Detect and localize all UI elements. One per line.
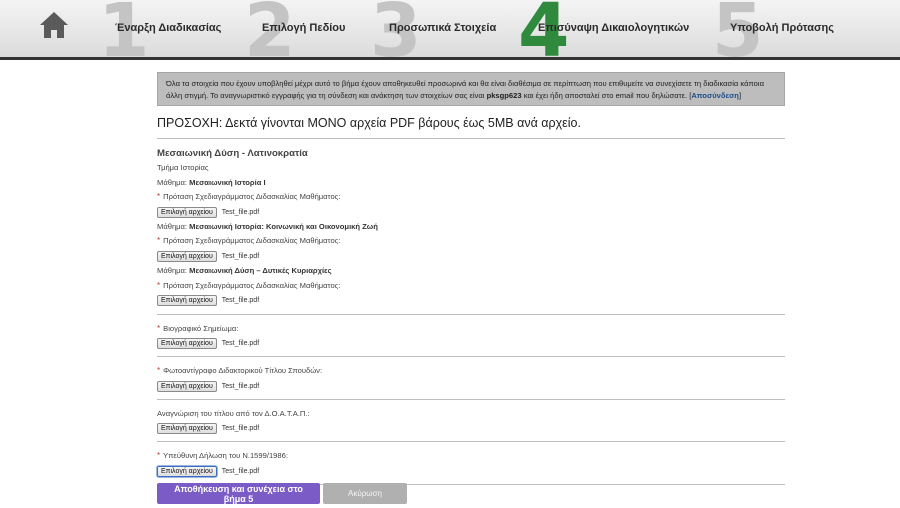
document-label: * Υπεύθυνη Δήλωση του Ν.1599/1986:	[157, 451, 288, 460]
step-label: Υποβολή Πρότασης	[730, 22, 834, 34]
step-4[interactable]: 4 Επισύναψη Δικαιολογητικών	[518, 0, 690, 57]
file-name: Test_file.pdf	[221, 467, 260, 475]
step-label: Έναρξη Διαδικασίας	[115, 22, 222, 34]
step-2[interactable]: 2 Επιλογή Πεδίου	[244, 0, 364, 57]
file-name: Test_file.pdf	[221, 208, 260, 216]
choose-file-button[interactable]: Επιλογή αρχείου	[157, 423, 217, 435]
document-block: * Φωτοαντίγραφο Διδακτορικού Τίτλου Σπουδ…	[157, 357, 785, 393]
file-upload: Επιλογή αρχείου Test_file.pdf	[157, 379, 785, 394]
home-icon[interactable]	[38, 10, 70, 40]
choose-file-button[interactable]: Επιλογή αρχείου	[157, 295, 217, 307]
document-label: * Πρόταση Σχεδιαγράμματος Διδασκαλίας Μαθ…	[157, 280, 341, 290]
file-name: Test_file.pdf	[221, 252, 260, 260]
required-marker: *	[157, 280, 161, 290]
course-name: Μεσαιωνική Ιστορία Ι	[189, 177, 266, 187]
course-name: Μεσαιωνική Ιστορία: Κοινωνική και Οικονο…	[189, 221, 378, 231]
document-label: * Πρόταση Σχεδιαγράμματος Διδασκαλίας Μαθ…	[157, 236, 341, 246]
save-continue-button[interactable]: Αποθήκευση και συνέχεια στο βήμα 5	[157, 483, 320, 504]
required-marker: *	[157, 192, 161, 202]
step-label: Επιλογή Πεδίου	[262, 22, 346, 34]
main-content: Όλα τα στοιχεία που έχουν υποβληθεί μέχρ…	[157, 72, 785, 486]
choose-file-button[interactable]: Επιλογή αρχείου	[157, 380, 217, 392]
required-marker: *	[157, 236, 161, 246]
file-name: Test_file.pdf	[221, 297, 260, 305]
file-upload: Επιλογή αρχείου Test_file.pdf	[157, 249, 785, 264]
required-marker: *	[157, 323, 161, 333]
required-marker: *	[157, 451, 161, 460]
document-block: * Υπεύθυνη Δήλωση του Ν.1599/1986: Επιλογ…	[157, 442, 785, 478]
section-title: Μεσαιωνική Δύση - Λατινοκρατία	[157, 148, 308, 159]
department-label: Τμήμα Ιστορίας	[157, 163, 209, 172]
divider	[157, 138, 785, 139]
cancel-button[interactable]: Ακύρωση	[323, 483, 407, 504]
document-label: * Φωτοαντίγραφο Διδακτορικού Τίτλου Σπουδ…	[157, 366, 323, 376]
steps-navigation: 1 Έναρξη Διαδικασίας 2 Επιλογή Πεδίου 3 …	[0, 0, 900, 60]
document-block: Αναγνώριση του τίτλου από τον Δ.Ο.Α.Τ.Α.…	[157, 400, 785, 436]
required-marker: *	[157, 366, 161, 376]
document-block: * Βιογραφικό Σημείωμα: Επιλογή αρχείου Te…	[157, 315, 785, 351]
file-name: Test_file.pdf	[221, 382, 260, 390]
step-label: Προσωπικά Στοιχεία	[389, 22, 497, 34]
file-name: Test_file.pdf	[221, 425, 260, 433]
choose-file-button[interactable]: Επιλογή αρχείου	[157, 465, 217, 477]
choose-file-button[interactable]: Επιλογή αρχείου	[157, 338, 217, 350]
step-label: Επισύναψη Δικαιολογητικών	[538, 22, 690, 34]
step-3[interactable]: 3 Προσωπικά Στοιχεία	[370, 0, 500, 57]
step-1[interactable]: 1 Έναρξη Διαδικασίας	[98, 0, 238, 57]
file-upload: Επιλογή αρχείου Test_file.pdf	[157, 464, 785, 479]
file-upload: Επιλογή αρχείου Test_file.pdf	[157, 421, 785, 436]
form-actions: Αποθήκευση και συνέχεια στο βήμα 5 Ακύρω…	[157, 483, 407, 504]
file-name: Test_file.pdf	[221, 340, 260, 348]
course-line: Μάθημα: Μεσαιωνική Ιστορία Ι	[157, 177, 266, 187]
save-notice: Όλα τα στοιχεία που έχουν υποβληθεί μέχρ…	[157, 72, 785, 106]
choose-file-button[interactable]: Επιλογή αρχείου	[157, 250, 217, 262]
pdf-warning: ΠΡΟΣΟΧΗ: Δεκτά γίνονται ΜΟΝΟ αρχεία PDF …	[157, 116, 581, 130]
logout-link[interactable]: Αποσύνδεση	[691, 91, 739, 100]
course-line: Μάθημα: Μεσαιωνική Ιστορία: Κοινωνική κα…	[157, 221, 378, 231]
registration-code: pksgp623	[486, 91, 522, 100]
step-5[interactable]: 5 Υποβολή Πρότασης	[712, 0, 842, 57]
document-label: * Βιογραφικό Σημείωμα:	[157, 323, 239, 333]
document-label: * Πρόταση Σχεδιαγράμματος Διδασκαλίας Μαθ…	[157, 192, 341, 202]
document-label: Αναγνώριση του τίτλου από τον Δ.Ο.Α.Τ.Α.…	[157, 408, 310, 418]
file-upload: Επιλογή αρχείου Test_file.pdf	[157, 205, 785, 220]
file-upload: Επιλογή αρχείου Test_file.pdf	[157, 337, 785, 352]
course-name: Μεσαιωνική Δύση – Δυτικές Κυριαρχίες	[189, 265, 332, 275]
file-upload: Επιλογή αρχείου Test_file.pdf	[157, 293, 785, 308]
course-line: Μάθημα: Μεσαιωνική Δύση – Δυτικές Κυριαρ…	[157, 265, 332, 275]
choose-file-button[interactable]: Επιλογή αρχείου	[157, 206, 217, 218]
